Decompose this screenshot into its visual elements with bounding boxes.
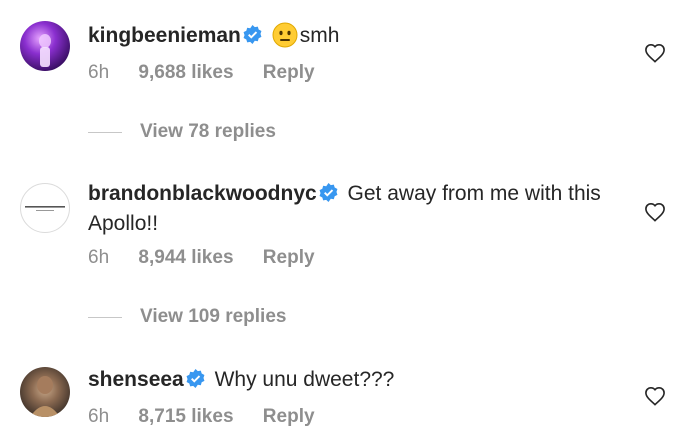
- view-replies-label[interactable]: View 109 replies: [140, 306, 286, 328]
- like-heart-icon[interactable]: [644, 386, 666, 406]
- likes-count[interactable]: 9,688 likes: [138, 62, 233, 83]
- comment-text: Why unu dweet???: [214, 368, 395, 391]
- divider-line: [88, 316, 122, 318]
- timestamp[interactable]: 6h: [88, 247, 109, 268]
- comment-meta: 6h 9,688 likes Reply: [88, 62, 339, 84]
- likes-count[interactable]: 8,715 likes: [138, 406, 233, 427]
- reply-button[interactable]: Reply: [263, 406, 315, 427]
- like-heart-icon[interactable]: [644, 202, 666, 222]
- view-replies-label[interactable]: View 78 replies: [140, 121, 276, 143]
- avatar[interactable]: [20, 21, 70, 71]
- comment-body: brandonblackwoodnyc Get away from me wit…: [88, 180, 628, 238]
- username[interactable]: shenseea: [88, 368, 184, 391]
- view-replies-button[interactable]: View 109 replies: [88, 306, 286, 328]
- comment-meta: 6h 8,944 likes Reply: [88, 247, 339, 269]
- comment-body: shenseea Why unu dweet???: [88, 366, 628, 396]
- avatar[interactable]: [20, 183, 70, 233]
- comment-meta: 6h 8,715 likes Reply: [88, 406, 339, 428]
- view-replies-button[interactable]: View 78 replies: [88, 121, 276, 143]
- avatar[interactable]: [20, 367, 70, 417]
- username[interactable]: brandonblackwoodnyc: [88, 182, 317, 205]
- comment-text: smh: [299, 24, 340, 47]
- timestamp[interactable]: 6h: [88, 62, 109, 83]
- reply-button[interactable]: Reply: [263, 62, 315, 83]
- likes-count[interactable]: 8,944 likes: [138, 247, 233, 268]
- username[interactable]: kingbeenieman: [88, 24, 241, 47]
- like-heart-icon[interactable]: [644, 43, 666, 63]
- comment-body: kingbeenieman smh: [88, 22, 628, 56]
- verified-badge-icon: [243, 24, 262, 52]
- timestamp[interactable]: 6h: [88, 406, 109, 427]
- verified-badge-icon: [319, 182, 338, 210]
- reply-button[interactable]: Reply: [263, 247, 315, 268]
- verified-badge-icon: [186, 368, 205, 396]
- neutral-face-emoji-icon: [272, 22, 298, 56]
- divider-line: [88, 131, 122, 133]
